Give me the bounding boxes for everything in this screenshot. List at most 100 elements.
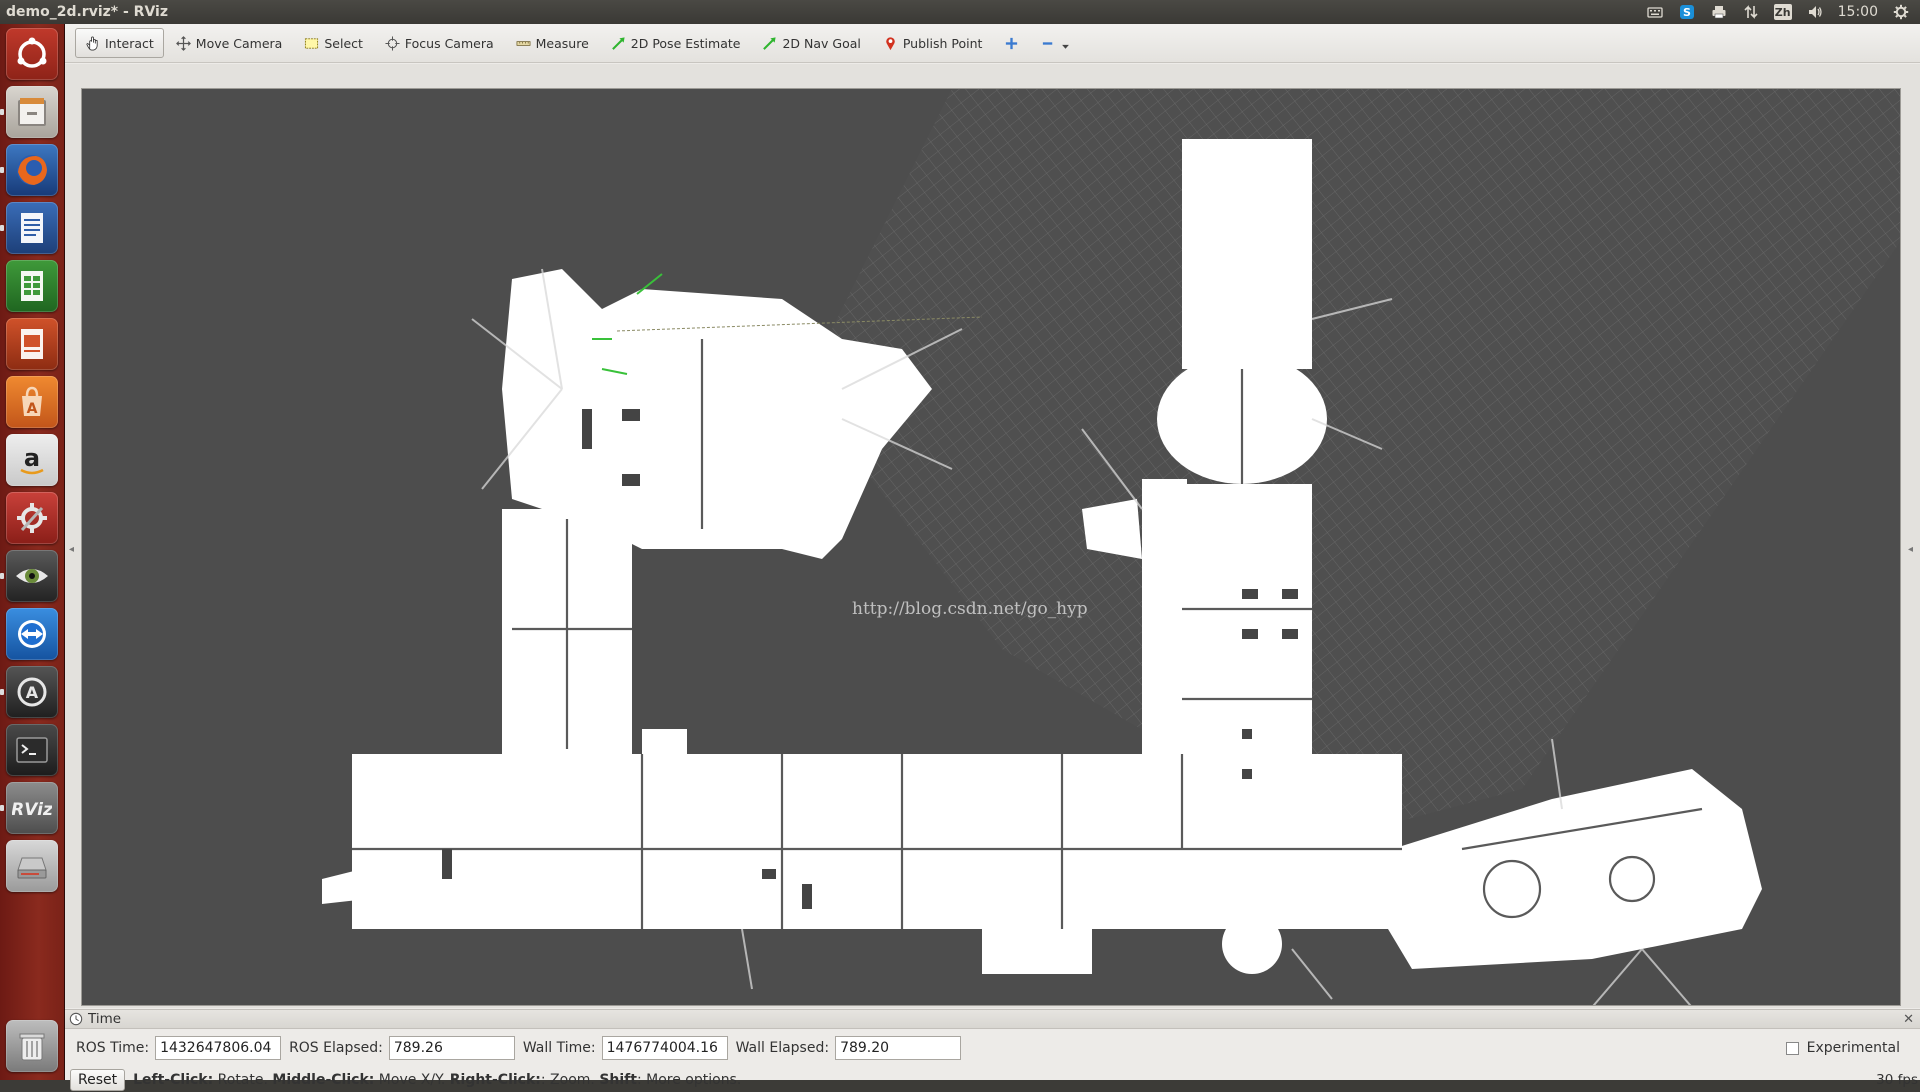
chevron-down-icon [1062,44,1070,49]
tool-move-camera[interactable]: Move Camera [166,28,293,58]
keyboard-icon[interactable] [1646,4,1664,20]
add-tool-button[interactable] [994,28,1029,58]
tool-label: Focus Camera [404,35,494,51]
time-panel-header: Time ✕ [65,1009,1920,1029]
minus-icon [1043,41,1053,45]
ruler-icon [516,40,531,46]
tool-label: Select [324,35,363,51]
tool-measure[interactable]: Measure [506,28,599,58]
printer-icon[interactable] [1710,4,1728,20]
fps-counter: 30 fps [1876,1072,1918,1088]
tool-label: Interact [105,35,154,51]
tool-2d-nav-goal[interactable]: 2D Nav Goal [752,28,870,58]
running-indicator [0,573,4,579]
running-indicator [0,689,4,695]
drive-icon[interactable] [6,840,58,892]
time-panel-title: Time [88,1011,122,1027]
ros-time-field[interactable] [155,1036,282,1060]
volume-icon[interactable] [1806,4,1824,20]
hint-right: : Zoom. [540,1072,600,1088]
ros-elapsed-label: ROS Elapsed: [289,1040,383,1056]
crosshair-icon [385,35,400,51]
amazon-icon[interactable]: a [6,434,58,486]
occupancy-map [322,89,1900,1005]
launcher: A a A RViz [0,24,65,1080]
running-indicator [0,109,4,115]
3d-render-view[interactable]: http://blog.csdn.net/go_hyp [81,88,1901,1006]
tool-2d-pose-estimate[interactable]: 2D Pose Estimate [601,28,751,58]
running-indicator [0,225,4,231]
experimental-toggle[interactable]: Experimental [1785,1040,1900,1056]
eye-icon[interactable] [6,550,58,602]
status-bar: Reset Left-Click: Rotate. Middle-Click: … [65,1068,1920,1092]
window-title: demo_2d.rviz* - RViz [6,4,168,20]
svg-text:S: S [1683,6,1691,19]
plus-icon [1006,37,1018,49]
hand-icon [86,36,98,50]
clock[interactable]: 15:00 [1838,4,1878,20]
time-panel: Time ✕ ROS Time: ROS Elapsed: Wall Time:… [65,1009,1920,1091]
hint-middle-key: Middle-Click: [272,1072,375,1088]
experimental-label: Experimental [1806,1040,1900,1056]
map-grid-region [802,89,1900,839]
experimental-checkbox[interactable] [1785,1041,1799,1055]
hint-right-key: Right-Click: [449,1072,541,1088]
time-fields: ROS Time: ROS Elapsed: Wall Time: Wall E… [65,1034,1920,1062]
render-panel-frame: ◂ http://blog.csdn.net/go_hyp ◂ [65,64,1920,1008]
reset-button[interactable]: Reset [70,1069,126,1091]
tool-label: 2D Pose Estimate [630,35,741,51]
skype-icon[interactable]: S [1678,4,1696,20]
system-tray: S Zh 15:00 [1646,4,1920,20]
tool-focus-camera[interactable]: Focus Camera [375,28,504,58]
terminal-icon[interactable] [6,724,58,776]
calc-icon[interactable] [6,260,58,312]
files-icon[interactable] [6,86,58,138]
green-arrow-icon [763,36,777,50]
firefox-icon[interactable] [6,144,58,196]
hint-left-key: Left-Click: [133,1072,214,1088]
ubuntu-dash-icon[interactable] [6,28,58,80]
input-method-indicator[interactable]: Zh [1773,4,1792,20]
system-settings-icon[interactable] [6,492,58,544]
tool-publish-point[interactable]: Publish Point [873,28,993,58]
trash-icon[interactable] [6,1020,58,1072]
network-icon[interactable] [1742,4,1760,20]
svg-text:A: A [26,683,39,702]
select-box-icon [305,37,319,49]
gear-icon[interactable] [1892,4,1910,20]
hint-shift: : More options. [636,1072,742,1088]
rviz-icon[interactable]: RViz [6,782,58,834]
tool-label: Publish Point [902,35,983,51]
wall-elapsed-label: Wall Elapsed: [735,1040,830,1056]
ros-time-label: ROS Time: [76,1040,150,1056]
tool-select[interactable]: Select [294,28,373,58]
software-updater-icon[interactable]: A [6,666,58,718]
svg-text:RViz: RViz [12,800,52,820]
running-indicator [0,167,4,173]
move-arrows-icon [175,35,191,51]
tool-label: Measure [535,35,589,51]
ros-elapsed-field[interactable] [388,1036,515,1060]
remove-tool-menu[interactable] [1031,28,1080,58]
wall-elapsed-field[interactable] [835,1036,962,1060]
svg-text:a: a [24,444,40,472]
top-panel: demo_2d.rviz* - RViz S Zh 15:00 [0,0,1920,24]
impress-icon[interactable] [6,318,58,370]
tool-interact[interactable]: Interact [75,28,164,58]
close-icon[interactable]: ✕ [1903,1012,1914,1027]
wall-time-field[interactable] [601,1036,728,1060]
tools-toolbar: Interact Move Camera Select Focus Camera… [65,24,1920,63]
collapse-right-arrow[interactable]: ◂ [1908,544,1918,558]
red-pin-icon [886,36,895,50]
green-arrow-icon [611,36,625,50]
rviz-window: Interact Move Camera Select Focus Camera… [65,24,1920,1091]
hint-middle: Move X/Y. [374,1072,450,1088]
writer-icon[interactable] [6,202,58,254]
teamviewer-icon[interactable] [6,608,58,660]
watermark: http://blog.csdn.net/go_hyp [852,599,1088,619]
hint-left: Rotate. [213,1072,273,1088]
collapse-left-arrow[interactable]: ◂ [69,544,79,558]
software-center-icon[interactable]: A [6,376,58,428]
wall-time-label: Wall Time: [522,1040,596,1056]
mouse-hint: Left-Click: Rotate. Middle-Click: Move X… [133,1072,741,1088]
